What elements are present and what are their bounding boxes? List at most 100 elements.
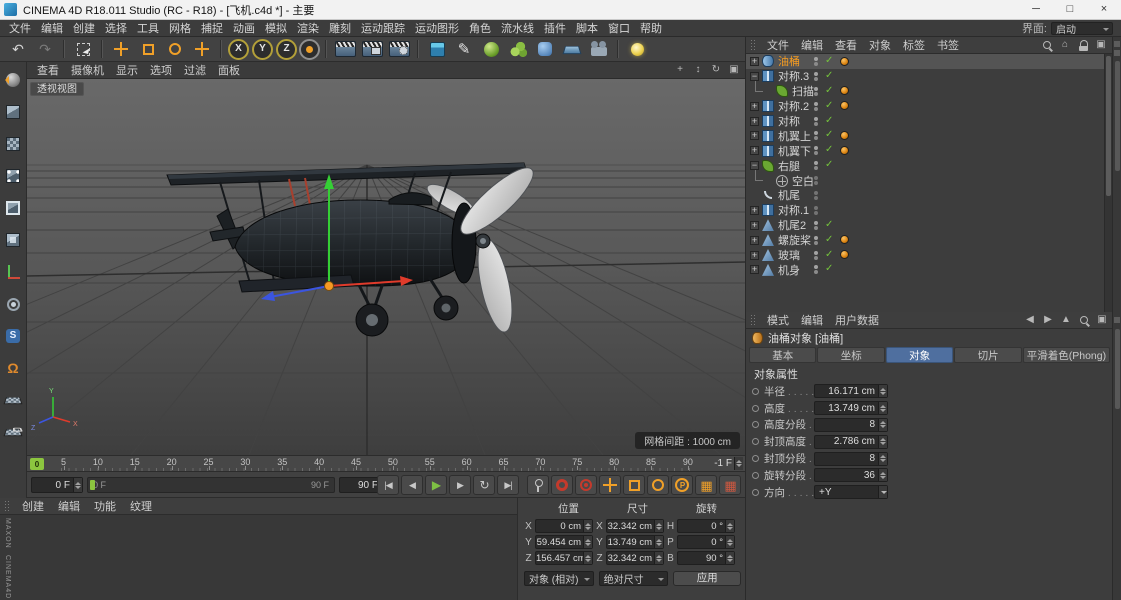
attribute-value-field[interactable]: 13.749 cm xyxy=(814,401,888,416)
object-row[interactable]: 对称.3 xyxy=(746,69,1105,84)
attribute-value-field[interactable]: 8 xyxy=(814,451,888,466)
expand-toggle-icon[interactable] xyxy=(750,101,759,111)
enable-check-icon[interactable] xyxy=(825,70,837,82)
record-scale-toggle[interactable] xyxy=(623,475,645,495)
layout-tab-icon[interactable] xyxy=(1114,41,1120,47)
expand-toggle-icon[interactable] xyxy=(750,250,759,260)
view-label[interactable]: 透视视图 xyxy=(30,82,84,96)
menu-item[interactable]: 纹理 xyxy=(123,498,159,514)
object-row[interactable]: 对称 xyxy=(746,114,1105,129)
visibility-dots-icon[interactable] xyxy=(814,146,818,156)
visibility-dots-icon[interactable] xyxy=(814,57,818,66)
attribute-tab[interactable]: 坐标 xyxy=(817,347,885,363)
maximize-button[interactable]: □ xyxy=(1053,0,1087,20)
spinner[interactable] xyxy=(878,452,887,465)
menu-item[interactable]: 插件 xyxy=(539,20,571,36)
position-field[interactable]: 59.454 cm xyxy=(535,535,593,549)
visibility-dots-icon[interactable] xyxy=(814,116,818,126)
rotation-field[interactable]: 0 ° xyxy=(677,519,735,533)
spinner[interactable] xyxy=(878,385,887,398)
playhead-marker[interactable]: 0 xyxy=(30,458,44,470)
size-mode-select[interactable]: 绝对尺寸 xyxy=(598,571,669,586)
visibility-dots-icon[interactable] xyxy=(814,86,818,96)
render-picture-viewer-button[interactable] xyxy=(359,38,385,61)
menu-item[interactable]: 功能 xyxy=(87,498,123,514)
lock-y-axis[interactable]: Y xyxy=(252,38,273,60)
menu-item[interactable]: 查看 xyxy=(829,37,863,53)
expand-toggle-icon[interactable] xyxy=(750,161,759,171)
object-row[interactable]: 机身 xyxy=(746,262,1105,277)
size-field[interactable]: 32.342 cm xyxy=(606,551,664,565)
make-editable-button[interactable] xyxy=(1,67,25,93)
rotate-view-icon[interactable]: ↻ xyxy=(708,63,724,77)
record-reduced-toggle[interactable]: ▦ xyxy=(719,475,741,495)
spinner[interactable] xyxy=(878,402,887,415)
expand-toggle-icon[interactable] xyxy=(750,205,759,215)
panel-icon[interactable]: ▣ xyxy=(1095,313,1109,327)
viewport-canvas[interactable]: Y X Z xyxy=(27,79,745,455)
object-row[interactable]: 机尾2 xyxy=(746,218,1105,233)
subdivision-surface-button[interactable] xyxy=(478,38,504,61)
menu-item[interactable]: 帮助 xyxy=(635,20,667,36)
menu-item[interactable]: 捕捉 xyxy=(196,20,228,36)
frame-offset-field[interactable]: -1 F xyxy=(701,455,745,472)
expand-toggle-icon[interactable] xyxy=(750,146,759,156)
current-frame-field[interactable]: 0 F xyxy=(31,477,83,493)
object-row[interactable]: 油桶 xyxy=(746,54,1105,69)
expand-toggle-icon[interactable] xyxy=(750,265,759,275)
redo-button[interactable]: ↷ xyxy=(32,38,58,61)
spinner[interactable] xyxy=(725,520,734,532)
material-tag-icon[interactable] xyxy=(840,101,849,111)
goto-end-button[interactable]: ▶| xyxy=(497,475,519,495)
viewport-menu-item[interactable]: 过滤 xyxy=(178,62,212,78)
menu-item[interactable]: 标签 xyxy=(897,37,931,53)
zoom-view-icon[interactable]: ↕ xyxy=(690,63,706,77)
pan-view-icon[interactable]: + xyxy=(672,63,688,77)
menu-item[interactable]: 角色 xyxy=(464,20,496,36)
visibility-dots-icon[interactable] xyxy=(814,176,818,186)
deformer-button[interactable] xyxy=(532,38,558,61)
menu-item[interactable]: 工具 xyxy=(132,20,164,36)
visibility-dots-icon[interactable] xyxy=(814,71,818,81)
lock-z-axis[interactable]: Z xyxy=(276,38,297,60)
spinner[interactable] xyxy=(654,552,663,564)
model-mode-button[interactable] xyxy=(1,99,25,125)
menu-item[interactable]: 用户数据 xyxy=(829,312,885,328)
enable-snap-button[interactable]: S xyxy=(1,323,25,349)
menu-item[interactable]: 创建 xyxy=(15,498,51,514)
visibility-dots-icon[interactable] xyxy=(814,250,818,260)
menu-item[interactable]: 模拟 xyxy=(260,20,292,36)
panel-grip-icon[interactable] xyxy=(4,500,11,512)
scrollbar-thumb[interactable] xyxy=(1106,56,1111,196)
visibility-dots-icon[interactable] xyxy=(814,191,818,201)
visibility-dots-icon[interactable] xyxy=(814,205,818,215)
object-tree-scrollbar[interactable] xyxy=(1104,54,1112,312)
attribute-tab[interactable]: 对象 xyxy=(885,347,954,363)
expand-toggle-icon[interactable] xyxy=(750,56,759,66)
search-icon[interactable] xyxy=(1077,313,1091,327)
attribute-value-field[interactable]: 8 xyxy=(814,417,888,432)
expand-toggle-icon[interactable] xyxy=(750,116,759,126)
render-view-button[interactable] xyxy=(332,38,358,61)
apply-button[interactable]: 应用 xyxy=(673,571,741,586)
maximize-view-icon[interactable]: ▣ xyxy=(726,63,742,77)
enable-check-icon[interactable] xyxy=(825,85,837,97)
enable-check-icon[interactable] xyxy=(825,263,837,275)
enable-check-icon[interactable] xyxy=(825,129,837,141)
menu-item[interactable]: 创建 xyxy=(68,20,100,36)
close-button[interactable]: × xyxy=(1087,0,1121,20)
viewport-menu-item[interactable]: 摄像机 xyxy=(65,62,110,78)
enable-check-icon[interactable] xyxy=(825,219,837,231)
material-tag-icon[interactable] xyxy=(840,235,849,245)
object-row[interactable]: 对称.1 xyxy=(746,203,1105,218)
menu-item[interactable]: 文件 xyxy=(761,37,795,53)
attribute-section-header[interactable]: 对象属性 xyxy=(746,366,1113,381)
expand-toggle-icon[interactable] xyxy=(750,71,759,81)
material-tag-icon[interactable] xyxy=(840,86,849,96)
keyframe-dot-icon[interactable] xyxy=(752,455,759,463)
menu-item[interactable]: 流水线 xyxy=(496,20,539,36)
attribute-tab[interactable]: 基本 xyxy=(749,347,817,363)
rotate-tool[interactable] xyxy=(162,38,188,61)
menu-item[interactable]: 编辑 xyxy=(36,20,68,36)
environment-button[interactable] xyxy=(559,38,585,61)
